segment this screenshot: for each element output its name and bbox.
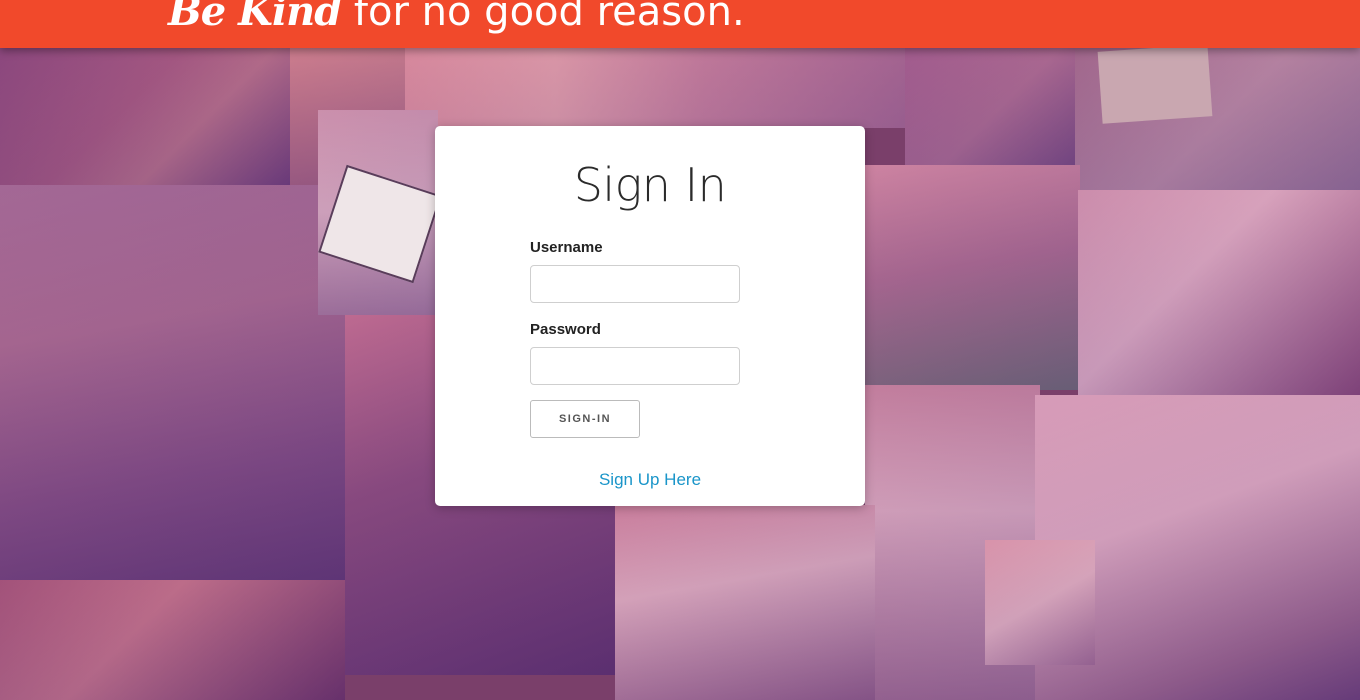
signin-button[interactable]: SIGN-IN — [530, 400, 640, 438]
password-label: Password — [530, 321, 601, 338]
cardboard-sign-image — [1097, 44, 1213, 124]
brand-logo-text: Be Kind — [168, 0, 342, 35]
collage-photo — [615, 505, 875, 700]
header-bar: Be Kind for no good reason. — [0, 0, 1360, 48]
tagline: Be Kind for no good reason. — [168, 0, 745, 36]
password-input[interactable] — [530, 347, 740, 385]
page-title: Sign In — [573, 158, 727, 212]
signin-card: Sign In Username Password SIGN-IN Sign U… — [435, 126, 865, 506]
signup-link[interactable]: Sign Up Here — [435, 470, 865, 490]
collage-photo — [1078, 190, 1360, 400]
collage-photo — [405, 48, 905, 128]
collage-photo — [0, 580, 345, 700]
collage-photo — [0, 48, 320, 188]
username-label: Username — [530, 239, 603, 256]
collage-photo — [0, 185, 345, 585]
collage-photo — [865, 165, 1080, 390]
tagline-text: for no good reason. — [341, 0, 745, 35]
username-input[interactable] — [530, 265, 740, 303]
collage-photo — [985, 540, 1095, 665]
